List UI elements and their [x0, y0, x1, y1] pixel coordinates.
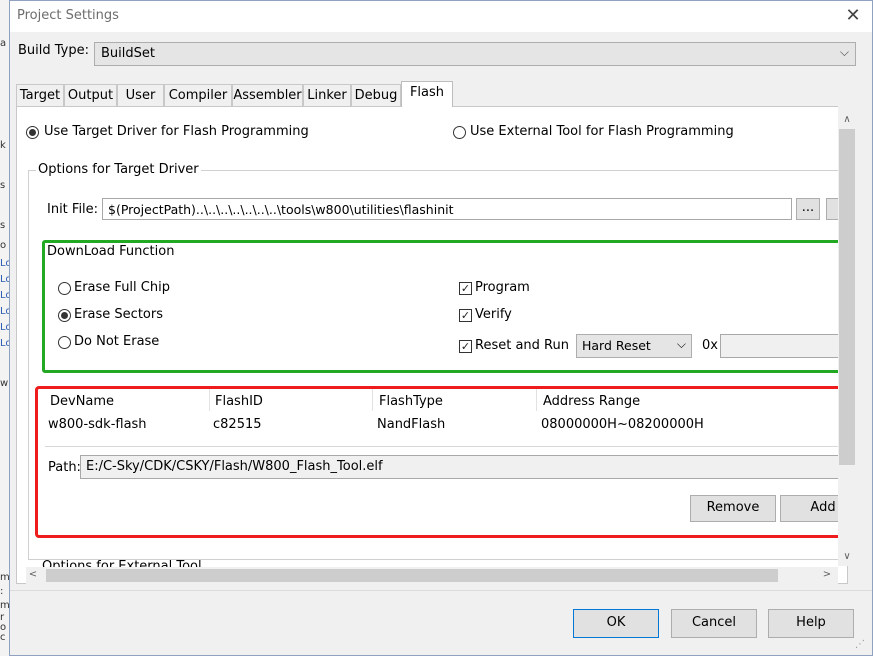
- background-text: o: [0, 240, 7, 251]
- tab-label: Compiler: [168, 88, 228, 103]
- footer-separator: [10, 590, 872, 591]
- build-type-label: Build Type:: [18, 43, 90, 58]
- horizontal-scrollbar-thumb[interactable]: [46, 569, 778, 582]
- tab-label: Flash: [409, 85, 445, 100]
- title-bar[interactable]: Project Settings ✕: [10, 1, 872, 32]
- init-file-label: Init File:: [47, 202, 99, 217]
- build-type-value: BuildSet: [101, 46, 155, 61]
- tab-label: Output: [67, 88, 114, 103]
- use-target-driver-radio[interactable]: [26, 126, 39, 139]
- tab-label: Assembler: [233, 88, 302, 103]
- scroll-left-icon[interactable]: <: [24, 569, 42, 580]
- flash-device-highlight: [35, 386, 844, 538]
- tab-assembler[interactable]: Assembler: [232, 84, 303, 106]
- scroll-right-icon[interactable]: >: [818, 569, 836, 580]
- vertical-scrollbar-thumb[interactable]: [839, 129, 855, 465]
- init-file-input[interactable]: $(ProjectPath)..\..\..\..\..\..\..\tools…: [102, 198, 792, 220]
- tab-debug[interactable]: Debug: [351, 84, 401, 106]
- use-external-tool-radio[interactable]: [453, 126, 466, 139]
- resize-grip-icon[interactable]: ⋰: [855, 639, 865, 650]
- tab-output[interactable]: Output: [64, 84, 117, 106]
- background-text: s: [0, 220, 6, 231]
- tab-label: Linker: [307, 88, 347, 103]
- close-button[interactable]: ✕: [838, 4, 868, 28]
- use-external-tool-label: Use External Tool for Flash Programming: [470, 124, 734, 139]
- background-text: s: [0, 180, 6, 191]
- close-icon: ✕: [845, 5, 861, 26]
- background-text: w: [0, 378, 9, 389]
- options-target-driver-title: Options for Target Driver: [36, 162, 201, 177]
- background-text: c: [0, 632, 6, 643]
- tab-flash[interactable]: Flash: [401, 81, 453, 107]
- cancel-button[interactable]: Cancel: [671, 609, 757, 638]
- background-text: a: [0, 38, 7, 49]
- help-button[interactable]: Help: [768, 609, 854, 638]
- project-settings-dialog: Project Settings ✕ Build Type: BuildSet …: [9, 0, 873, 656]
- background-text: k: [0, 140, 6, 151]
- chevron-down-icon: ⌵: [839, 45, 849, 59]
- tab-compiler[interactable]: Compiler: [164, 84, 232, 106]
- scroll-down-icon[interactable]: ∨: [838, 551, 856, 562]
- init-file-browse-button[interactable]: ...: [796, 198, 820, 220]
- tab-label: User: [125, 88, 156, 103]
- background-text: :: [0, 586, 4, 597]
- tab-label: Debug: [354, 88, 398, 103]
- ok-button[interactable]: OK: [573, 609, 659, 638]
- download-function-highlight: [42, 240, 846, 373]
- use-target-driver-label: Use Target Driver for Flash Programming: [44, 124, 309, 139]
- tab-user[interactable]: User: [117, 84, 164, 106]
- tab-target[interactable]: Target: [16, 84, 64, 106]
- tab-linker[interactable]: Linker: [303, 84, 351, 106]
- dialog-title: Project Settings: [17, 8, 119, 23]
- scroll-up-icon[interactable]: ∧: [838, 114, 856, 125]
- tab-label: Target: [19, 88, 61, 103]
- build-type-select[interactable]: BuildSet ⌵: [94, 42, 856, 66]
